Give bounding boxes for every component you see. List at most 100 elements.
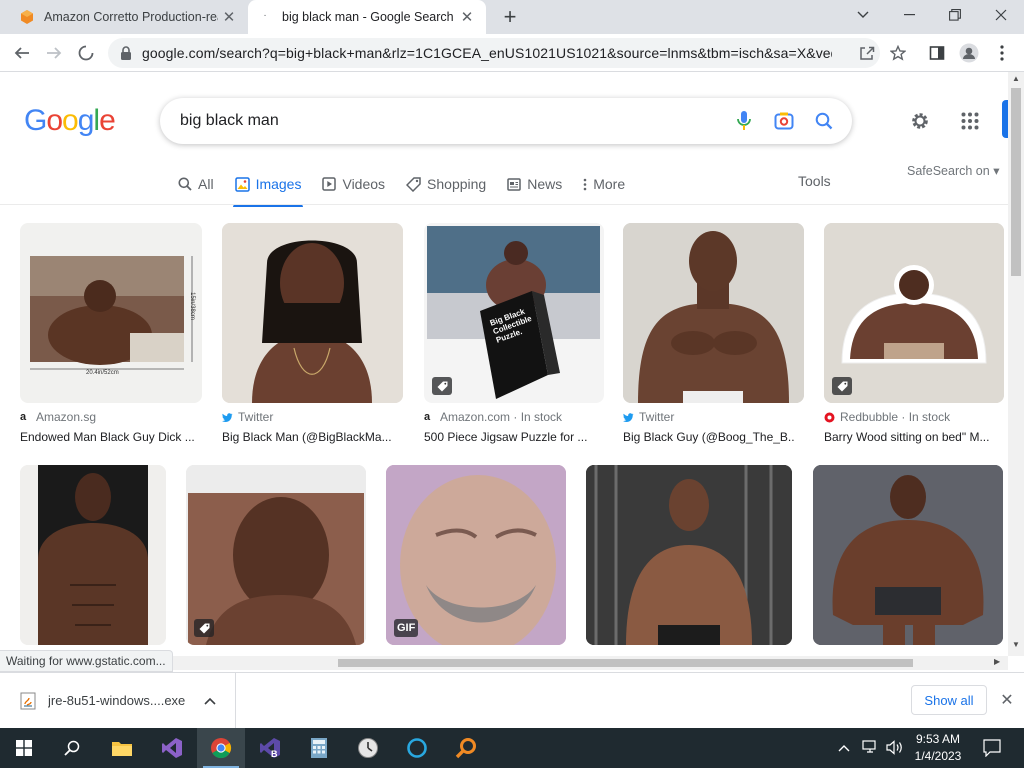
safesearch-toggle[interactable]: SafeSearch on ▾	[907, 163, 999, 178]
scroll-up-icon[interactable]: ▲	[1012, 74, 1020, 83]
image-result[interactable]	[20, 465, 166, 645]
visual-studio-icon[interactable]	[148, 728, 196, 768]
download-bar: jre-8u51-windows....exe Show all ✕	[0, 672, 1024, 728]
amazon-icon: a	[424, 410, 431, 423]
image-result[interactable]: Twitter Big Black Man (@BigBlackMa...	[222, 223, 404, 449]
browser-menu-icon[interactable]	[988, 39, 1016, 67]
image-result[interactable]: Twitter Big Black Guy (@Boog_The_B...	[623, 223, 804, 449]
image-result[interactable]	[813, 465, 1003, 645]
visual-studio-blend-icon[interactable]: B	[246, 728, 294, 768]
scroll-right-icon[interactable]: ▶	[994, 657, 1000, 666]
tab-videos[interactable]: Videos	[322, 164, 385, 204]
vertical-scrollbar[interactable]: ▲ ▼	[1008, 72, 1024, 656]
microphone-icon[interactable]	[724, 101, 764, 141]
bookmark-star-icon[interactable]	[884, 39, 912, 67]
notification-center-icon[interactable]	[983, 739, 1001, 762]
tab-news[interactable]: News	[507, 164, 562, 204]
stop-loading-icon[interactable]	[72, 39, 100, 67]
share-icon[interactable]	[853, 39, 881, 67]
new-tab-button[interactable]: +	[498, 4, 522, 29]
search-icon[interactable]	[48, 728, 96, 768]
chrome-icon[interactable]	[197, 728, 245, 768]
safesearch-label: SafeSearch on	[907, 164, 990, 178]
result-thumbnail[interactable]	[20, 465, 166, 645]
side-panel-icon[interactable]	[923, 39, 951, 67]
address-bar[interactable]: google.com/search?q=big+black+man&rlz=1C…	[108, 38, 880, 68]
start-windows-icon[interactable]	[0, 728, 48, 768]
result-thumbnail[interactable]	[824, 223, 1004, 403]
result-thumbnail[interactable]	[186, 465, 366, 645]
header-divider	[0, 204, 1008, 205]
search-type-tabs: All Images Videos Shopping News More	[178, 164, 646, 207]
magnifier-tool-icon[interactable]	[442, 728, 490, 768]
clock-app-icon[interactable]	[344, 728, 392, 768]
result-thumbnail[interactable]: GIF	[386, 465, 566, 645]
tools-button[interactable]: Tools	[798, 173, 831, 189]
result-thumbnail[interactable]: 20.4in/52cm 15in/38cm	[20, 223, 202, 403]
close-window-button[interactable]	[978, 0, 1024, 30]
volume-icon[interactable]	[886, 740, 904, 760]
forward-button[interactable]	[40, 39, 68, 67]
image-result[interactable]: Big Black Collectible Puzzle. a Amazon.co…	[424, 223, 604, 449]
chevron-up-icon[interactable]	[204, 697, 216, 705]
tab-amazon-corretto[interactable]: Amazon Corretto Production-rea ✕	[8, 0, 248, 34]
close-download-bar-icon[interactable]: ✕	[996, 689, 1018, 711]
image-result[interactable]	[586, 465, 792, 645]
scrollbar-thumb[interactable]	[338, 659, 913, 667]
result-thumbnail[interactable]: Big Black Collectible Puzzle.	[424, 223, 604, 403]
download-item[interactable]: jre-8u51-windows....exe	[0, 673, 236, 728]
result-source[interactable]: Redbubble · In stock	[824, 410, 950, 424]
apps-grid-icon[interactable]	[955, 106, 985, 136]
restore-button[interactable]	[932, 0, 978, 30]
profile-avatar[interactable]	[955, 39, 983, 67]
show-all-button[interactable]: Show all	[911, 685, 987, 715]
twitter-icon	[222, 412, 233, 423]
result-caption[interactable]: Big Black Guy (@Boog_The_B...	[623, 430, 795, 444]
tab-google-search[interactable]: · big black man - Google Search ✕	[248, 0, 486, 34]
tab-images[interactable]: Images	[232, 164, 304, 207]
image-icon	[234, 176, 250, 192]
scroll-down-icon[interactable]: ▼	[1012, 640, 1020, 649]
tab-search-icon[interactable]	[840, 0, 886, 30]
settings-gear-icon[interactable]	[905, 106, 935, 136]
tab-shopping[interactable]: Shopping	[406, 164, 486, 204]
tab-more[interactable]: More	[583, 164, 625, 204]
result-caption[interactable]: 500 Piece Jigsaw Puzzle for ...	[424, 430, 592, 444]
image-result[interactable]: GIF	[386, 465, 566, 645]
result-thumbnail[interactable]	[813, 465, 1003, 645]
image-result[interactable]: Redbubble · In stock Barry Wood sitting …	[824, 223, 1004, 449]
network-icon[interactable]	[862, 740, 880, 760]
tray-chevron-up-icon[interactable]	[838, 741, 850, 755]
result-source[interactable]: a Amazon.sg	[20, 410, 96, 424]
size-label: 20.4in/52cm	[86, 370, 119, 376]
source-name: Twitter	[639, 410, 675, 424]
close-tab-icon[interactable]: ✕	[456, 6, 478, 28]
result-caption[interactable]: Barry Wood sitting on bed" M...	[824, 430, 996, 444]
search-icon[interactable]	[804, 101, 844, 141]
search-box[interactable]: big black man	[160, 98, 852, 144]
image-result[interactable]	[186, 465, 366, 645]
back-button[interactable]	[8, 39, 36, 67]
result-thumbnail[interactable]	[623, 223, 804, 403]
result-caption[interactable]: Endowed Man Black Guy Dick ...	[20, 430, 202, 444]
result-source[interactable]: Twitter	[623, 410, 674, 424]
result-source[interactable]: Twitter	[222, 410, 273, 424]
tab-all[interactable]: All	[178, 164, 214, 204]
google-logo[interactable]: Google	[24, 104, 116, 138]
minimize-button[interactable]	[886, 0, 932, 30]
cortana-ring-icon[interactable]	[393, 728, 441, 768]
close-tab-icon[interactable]: ✕	[218, 6, 240, 28]
scrollbar-thumb[interactable]	[1011, 88, 1021, 276]
system-clock[interactable]: 9:53 AM 1/4/2023	[908, 731, 968, 765]
result-thumbnail[interactable]	[586, 465, 792, 645]
dropdown-arrow-icon: ▾	[993, 164, 1000, 178]
result-caption[interactable]: Big Black Man (@BigBlackMa...	[222, 430, 402, 444]
calculator-icon[interactable]	[295, 728, 343, 768]
result-source[interactable]: a Amazon.com · In stock	[424, 410, 562, 424]
result-thumbnail[interactable]	[222, 223, 403, 403]
search-query[interactable]: big black man	[180, 112, 724, 130]
image-result[interactable]: 20.4in/52cm 15in/38cm a Amazon.sg Endowed…	[20, 223, 202, 449]
camera-lens-icon[interactable]	[764, 101, 804, 141]
amazon-icon: a	[20, 410, 27, 423]
file-explorer-icon[interactable]	[98, 728, 146, 768]
